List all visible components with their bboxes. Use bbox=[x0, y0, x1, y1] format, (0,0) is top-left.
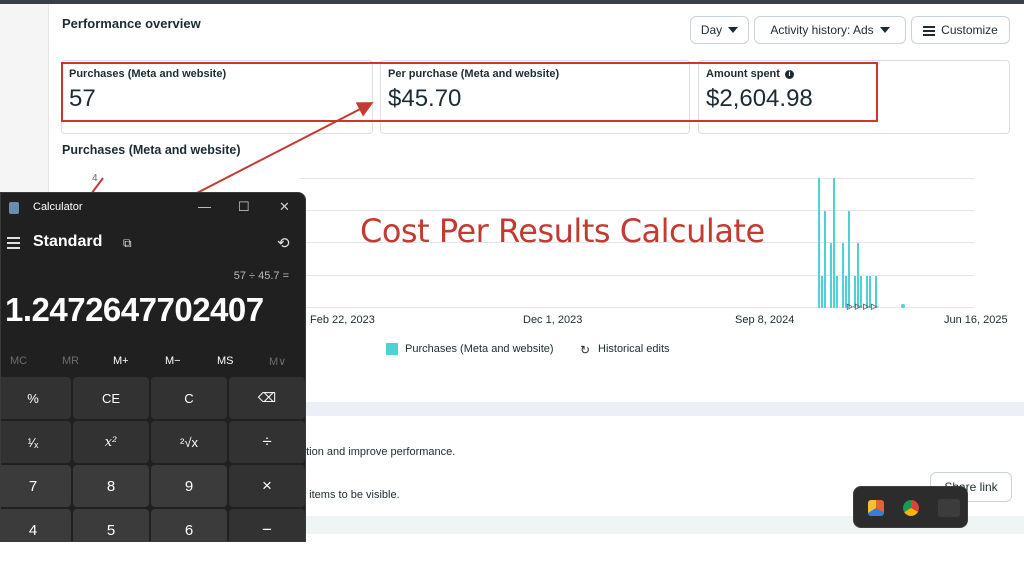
chart-bar bbox=[848, 210, 850, 308]
digit-6-key[interactable]: 6 bbox=[151, 509, 227, 541]
x-tick-label: Sep 8, 2024 bbox=[735, 314, 795, 326]
historical-edit-markers[interactable]: ᐓᐓᐓᐓ bbox=[846, 302, 879, 313]
x-tick-label: Jun 16, 2025 bbox=[944, 314, 1008, 326]
square-key[interactable]: x² bbox=[73, 421, 149, 463]
memory-list-button[interactable]: M∨ bbox=[269, 355, 286, 368]
memory-add-button[interactable]: M+ bbox=[113, 355, 129, 367]
metric-label-wrap: Amount spent i bbox=[706, 68, 795, 80]
caret-down-icon bbox=[728, 27, 739, 33]
metric-value: 57 bbox=[69, 85, 96, 112]
annotation-text: Cost Per Results Calculate bbox=[360, 212, 765, 250]
backspace-key[interactable]: ⌫ bbox=[229, 377, 305, 419]
digit-8-key[interactable]: 8 bbox=[73, 465, 149, 507]
hamburger-icon[interactable] bbox=[7, 237, 20, 249]
memory-recall-button[interactable]: MR bbox=[62, 355, 79, 367]
chart-bars bbox=[818, 178, 878, 308]
performance-title: Performance overview bbox=[62, 16, 201, 31]
metric-label: Per purchase (Meta and website) bbox=[388, 68, 560, 80]
metric-label: Amount spent bbox=[706, 68, 780, 80]
customize-label: Customize bbox=[941, 23, 998, 37]
x-tick-label: Dec 1, 2023 bbox=[523, 314, 583, 326]
chrome-icon[interactable] bbox=[903, 500, 919, 516]
calculator-app-icon[interactable] bbox=[868, 500, 884, 516]
keep-on-top-icon[interactable]: ⧉ bbox=[123, 236, 132, 251]
chart-bar bbox=[836, 275, 838, 308]
legend-label-historical-edits[interactable]: Historical edits bbox=[598, 343, 670, 355]
reciprocal-key[interactable]: ¹⁄ₓ bbox=[1, 421, 71, 463]
x-tick-label: Feb 22, 2023 bbox=[310, 314, 375, 326]
history-icon[interactable]: ⟲ bbox=[277, 234, 290, 252]
feather-icon[interactable] bbox=[938, 499, 960, 517]
memory-store-button[interactable]: MS bbox=[217, 355, 234, 367]
digit-5-key[interactable]: 5 bbox=[73, 509, 149, 541]
legend-swatch[interactable] bbox=[386, 343, 398, 355]
calculator-mode-title: Standard bbox=[33, 233, 103, 250]
historical-edits-icon[interactable]: ↻ bbox=[580, 343, 590, 357]
chart-bar bbox=[842, 243, 844, 308]
minimize-icon[interactable]: — bbox=[198, 199, 211, 214]
digit-4-key[interactable]: 4 bbox=[1, 509, 71, 541]
calculator-app-name: Calculator bbox=[33, 201, 83, 213]
chart-title: Purchases (Meta and website) bbox=[62, 143, 241, 157]
chart-bar bbox=[830, 243, 832, 308]
digit-9-key[interactable]: 9 bbox=[151, 465, 227, 507]
day-dropdown-label: Day bbox=[700, 23, 723, 37]
customize-icon bbox=[923, 25, 936, 36]
memory-subtract-button[interactable]: M− bbox=[165, 355, 181, 367]
activity-history-label: Activity history: Ads bbox=[770, 23, 874, 37]
metric-card-purchases[interactable]: Purchases (Meta and website) 57 bbox=[61, 60, 373, 134]
calculator-titlebar[interactable]: Calculator — ☐ ✕ bbox=[1, 193, 305, 223]
chart-point bbox=[901, 304, 905, 308]
y-tick-label: 4 bbox=[92, 173, 98, 184]
calculator-expression: 57 ÷ 45.7 = bbox=[233, 270, 289, 282]
taskbar-popup bbox=[853, 486, 968, 528]
divide-key[interactable]: ÷ bbox=[229, 421, 305, 463]
caret-down-icon bbox=[879, 27, 890, 33]
multiply-key[interactable]: × bbox=[229, 465, 305, 507]
metric-card-amount-spent[interactable]: Amount spent i $2,604.98 bbox=[698, 60, 1010, 134]
recommendation-text: ption and improve performance. bbox=[300, 446, 456, 458]
day-dropdown[interactable]: Day bbox=[690, 16, 749, 44]
calculator-display: 1.2472647702407 bbox=[5, 291, 264, 328]
chart-bar bbox=[821, 275, 823, 308]
metric-label: Purchases (Meta and website) bbox=[69, 68, 227, 80]
screenshot-stage: Performance overview Day Activity histor… bbox=[0, 0, 1024, 576]
subtract-key[interactable]: − bbox=[229, 509, 305, 541]
digit-7-key[interactable]: 7 bbox=[1, 465, 71, 507]
chart-bar bbox=[824, 210, 826, 308]
calculator-window: Calculator — ☐ ✕ Standard ⧉ ⟲ 57 ÷ 45.7 … bbox=[0, 192, 306, 542]
square-root-key[interactable]: ²√x bbox=[151, 421, 227, 463]
chart-bar bbox=[818, 178, 820, 308]
memory-clear-button[interactable]: MC bbox=[10, 355, 27, 367]
legend-label-purchases[interactable]: Purchases (Meta and website) bbox=[405, 343, 554, 355]
info-icon[interactable]: i bbox=[785, 70, 795, 79]
recommendation-text: e items to be visible. bbox=[300, 489, 400, 501]
metric-value: $45.70 bbox=[388, 85, 462, 112]
clear-entry-key[interactable]: CE bbox=[73, 377, 149, 419]
percent-key[interactable]: % bbox=[1, 377, 71, 419]
chart-bar bbox=[857, 243, 859, 308]
activity-history-dropdown[interactable]: Activity history: Ads bbox=[754, 16, 906, 44]
calculator-icon bbox=[9, 202, 19, 214]
metric-value: $2,604.98 bbox=[706, 85, 813, 112]
close-icon[interactable]: ✕ bbox=[279, 199, 290, 215]
customize-button[interactable]: Customize bbox=[911, 16, 1010, 44]
clear-key[interactable]: C bbox=[151, 377, 227, 419]
maximize-icon[interactable]: ☐ bbox=[238, 199, 250, 215]
metric-card-per-purchase[interactable]: Per purchase (Meta and website) $45.70 bbox=[380, 60, 690, 134]
chart-bar bbox=[833, 178, 835, 308]
